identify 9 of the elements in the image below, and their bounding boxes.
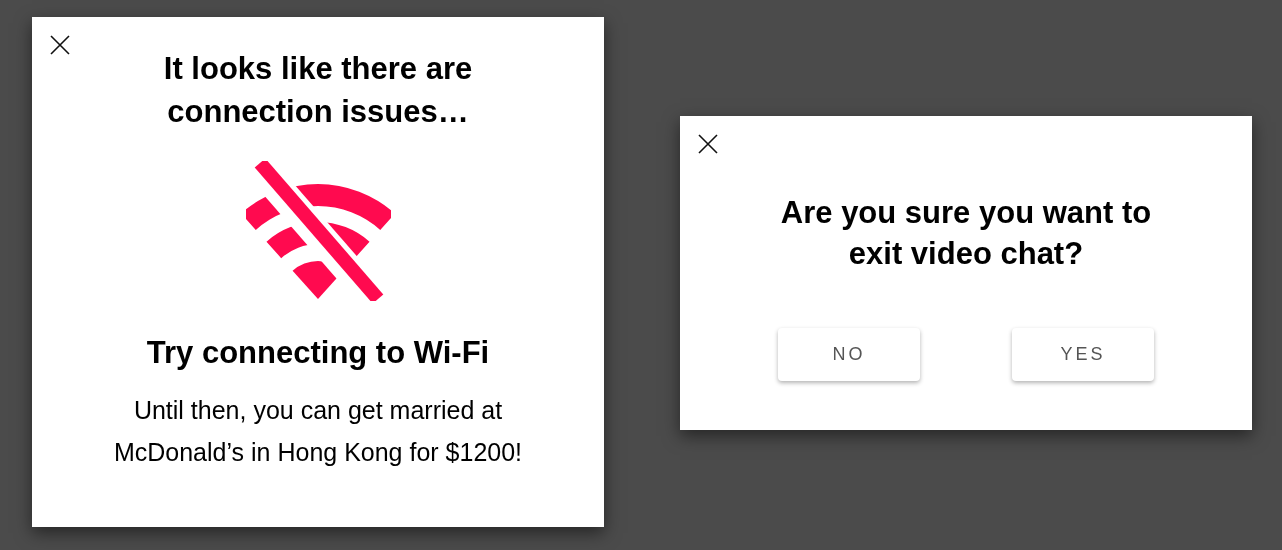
dialog-title: Are you sure you want to exit video chat?: [779, 194, 1153, 273]
close-icon[interactable]: [50, 35, 70, 55]
dialog-heading: Try connecting to Wi-Fi: [146, 334, 490, 372]
dialog-button[interactable]: YES: [1012, 328, 1154, 381]
close-icon[interactable]: [698, 134, 718, 154]
dialog-button[interactable]: NO: [778, 328, 920, 381]
dialog-message: Until then, you can get married at McDonald’s in Hong Kong for $1200!: [112, 395, 524, 468]
wifi-off-icon: [245, 161, 391, 301]
dialog-title: It looks like there are connection issues…: [162, 50, 474, 131]
